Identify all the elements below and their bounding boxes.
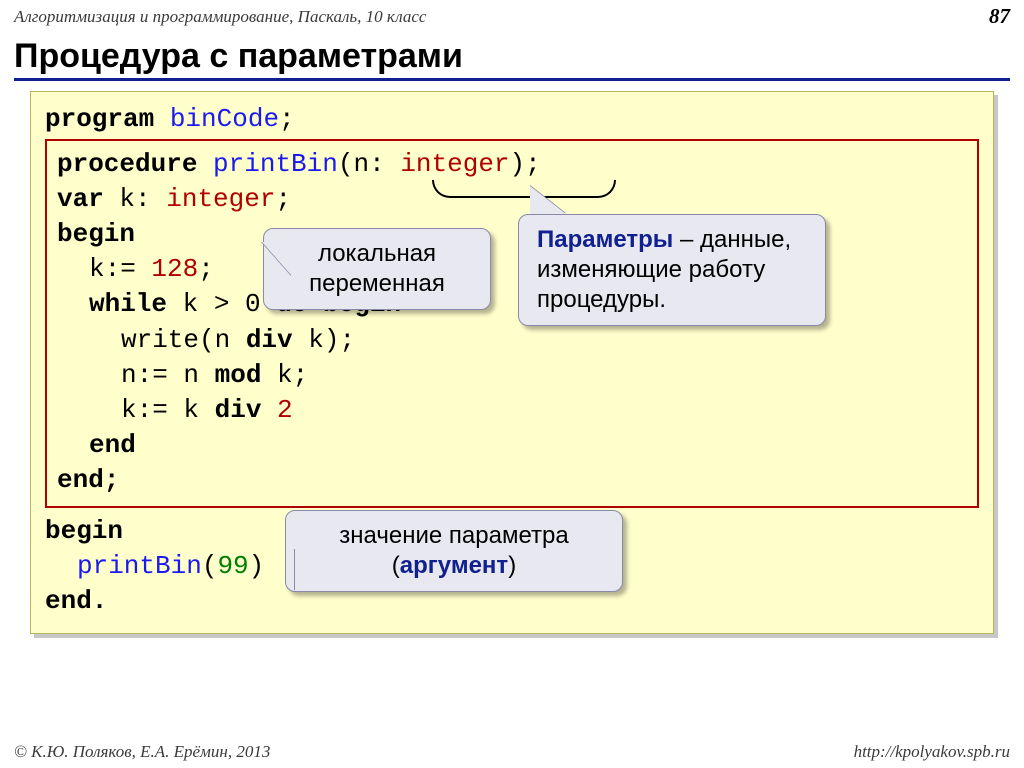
code-line-10: end xyxy=(57,428,967,463)
slide-title: Процедура с параметрами xyxy=(14,37,1010,81)
code-line-2: procedure printBin(n: integer); xyxy=(57,147,967,182)
callout-parameters: Параметры – данные, изменяющие работу пр… xyxy=(518,214,826,326)
code-line-11: end; xyxy=(57,463,967,498)
kw-begin-1: begin xyxy=(57,219,135,249)
code-line-1: program binCode; xyxy=(45,102,979,137)
callout-local-var: локальная переменная xyxy=(263,228,491,310)
param-bracket-icon xyxy=(432,180,616,198)
page-number: 87 xyxy=(989,4,1010,29)
code-line-9: k:= k div 2 xyxy=(57,393,967,428)
code-line-5: k:= 128; xyxy=(57,252,967,287)
slide-header: Алгоритмизация и программирование, Паска… xyxy=(0,0,1024,31)
slide-footer: © К.Ю. Поляков, Е.А. Ерёмин, 2013 http:/… xyxy=(0,742,1024,762)
param-type: integer xyxy=(400,149,509,179)
code-line-4: begin xyxy=(57,217,967,252)
copyright: © К.Ю. Поляков, Е.А. Ерёмин, 2013 xyxy=(14,742,270,762)
var-type: integer xyxy=(166,184,275,214)
callout-tail-icon xyxy=(530,186,566,214)
source-url: http://kpolyakov.spb.ru xyxy=(854,742,1010,762)
callout-tail-icon xyxy=(262,242,292,276)
callout-tail-icon xyxy=(295,548,325,590)
kw-program: program xyxy=(45,104,154,134)
kw-var: var xyxy=(57,184,104,214)
var-name: k xyxy=(119,184,135,214)
callout-argument: значение параметра (аргумент) xyxy=(285,510,623,592)
code-line-6: while k > 0 do begin xyxy=(57,287,967,322)
code-line-8: n:= n mod k; xyxy=(57,358,967,393)
code-line-7: write(n div k); xyxy=(57,323,967,358)
kw-procedure: procedure xyxy=(57,149,197,179)
subject-line: Алгоритмизация и программирование, Паска… xyxy=(14,7,426,27)
proc-name: printBin xyxy=(213,149,338,179)
program-name: binCode xyxy=(170,104,279,134)
param-name: n xyxy=(353,149,369,179)
